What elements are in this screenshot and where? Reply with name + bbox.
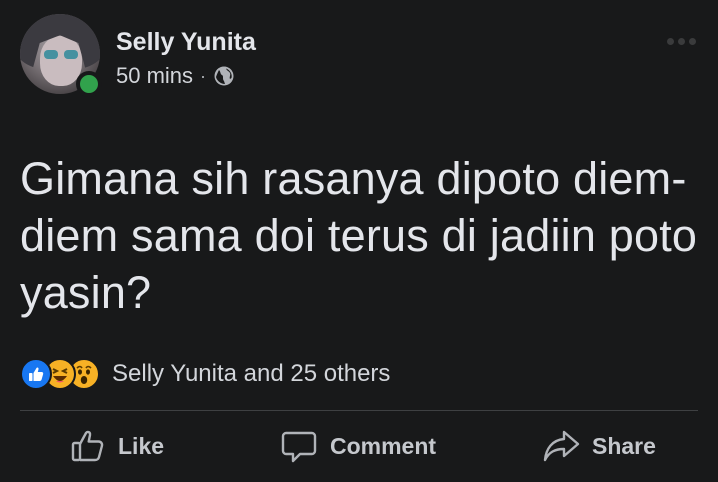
comment-bubble-icon xyxy=(280,427,318,465)
more-options-icon[interactable] xyxy=(667,38,696,45)
post-timestamp[interactable]: 50 mins xyxy=(116,63,193,89)
thumbs-up-icon xyxy=(70,428,106,464)
meta-separator: · xyxy=(200,65,207,86)
author-name[interactable]: Selly Yunita xyxy=(116,28,256,57)
post-meta: 50 mins · xyxy=(116,63,235,89)
share-button[interactable]: Share xyxy=(542,418,656,474)
online-status-dot xyxy=(76,71,102,97)
post-card: Selly Yunita 50 mins · Gimana sih rasany… xyxy=(0,0,718,482)
comment-label: Comment xyxy=(330,432,437,459)
globe-icon[interactable] xyxy=(213,65,235,87)
divider xyxy=(20,410,698,411)
like-reaction-icon xyxy=(20,358,52,390)
post-text: Gimana sih rasanya dipoto diem-diem sama… xyxy=(20,153,698,318)
share-label: Share xyxy=(592,432,656,459)
author-avatar[interactable] xyxy=(20,14,102,97)
reactions-summary[interactable]: Selly Yunita and 25 others xyxy=(20,358,390,390)
reactions-count-text[interactable]: Selly Yunita and 25 others xyxy=(112,360,390,388)
action-bar: Like Comment Share xyxy=(0,418,718,474)
like-label: Like xyxy=(118,432,165,459)
like-button[interactable]: Like xyxy=(70,418,164,474)
share-arrow-icon xyxy=(542,427,580,465)
comment-button[interactable]: Comment xyxy=(280,418,436,474)
